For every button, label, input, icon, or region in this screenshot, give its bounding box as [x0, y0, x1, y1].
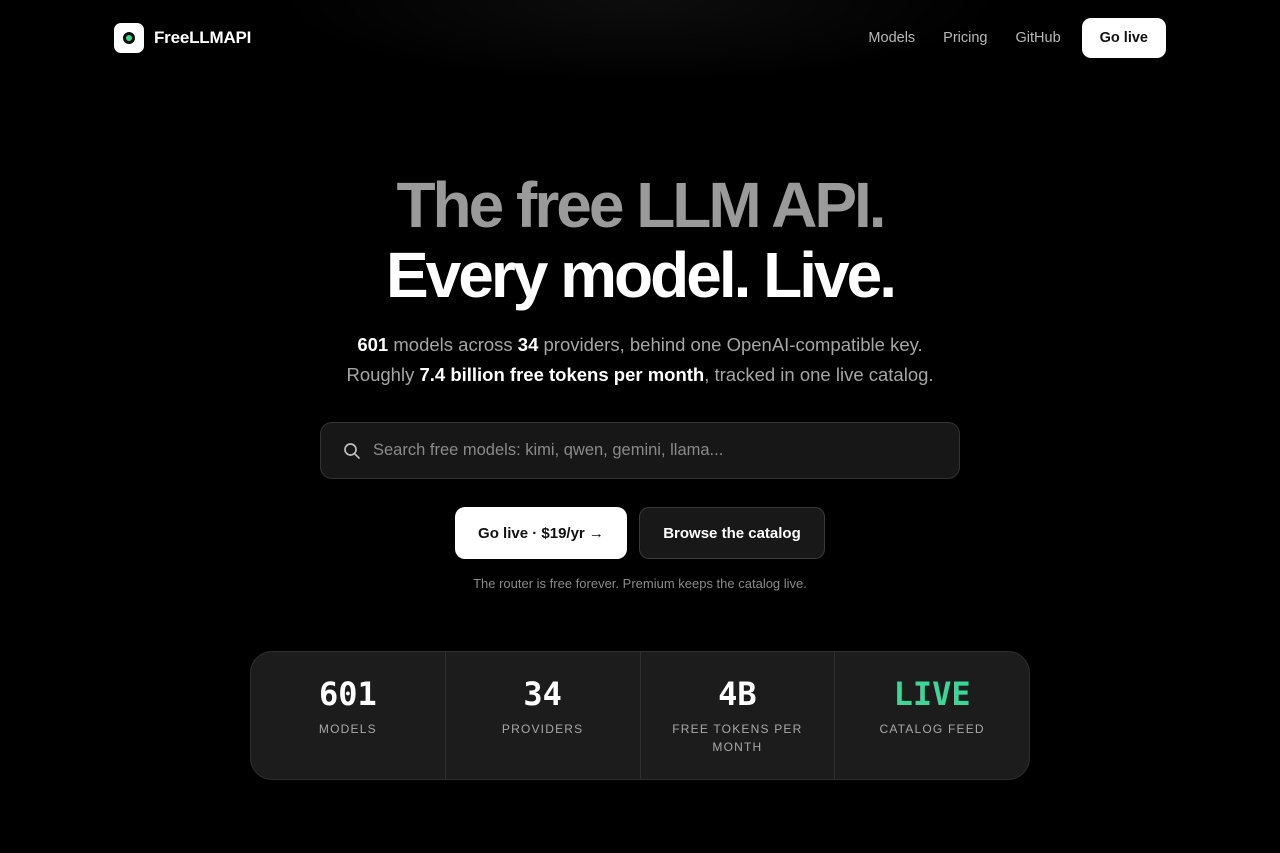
- top-nav: FreeLLMAPI Models Pricing GitHub Go live: [0, 0, 1280, 76]
- hero-title: The free LLM API. Every model. Live.: [0, 170, 1280, 310]
- stat-label: CATALOG FEED: [879, 722, 985, 736]
- subtitle-text: providers, behind one OpenAI-compatible …: [538, 334, 923, 355]
- stat-providers: 34 PROVIDERS: [446, 652, 641, 779]
- stat-value: 4B: [718, 675, 757, 713]
- models-count: 601: [357, 334, 389, 355]
- search-icon: [344, 443, 360, 459]
- stat-label: PROVIDERS: [501, 722, 584, 736]
- pricing-note: The router is free forever. Premium keep…: [473, 576, 807, 591]
- hero-line-2: Every model. Live.: [385, 239, 897, 311]
- stats-panel: 601 MODELS 34 PROVIDERS 4B FREE TOKENS P…: [250, 651, 1030, 780]
- brand[interactable]: FreeLLMAPI: [114, 23, 251, 53]
- hero-subtitle: 601 models across 34 providers, behind o…: [0, 330, 1280, 390]
- subtitle-text: Roughly: [346, 364, 420, 385]
- stat-tokens: 4B FREE TOKENS PER MONTH: [641, 652, 836, 779]
- live-status-value: LIVE: [893, 675, 971, 713]
- stat-value: 34: [523, 675, 562, 713]
- logo-icon: [114, 23, 144, 53]
- nav-links: Models Pricing GitHub Go live: [868, 18, 1166, 58]
- subtitle-line-1: 601 models across 34 providers, behind o…: [0, 330, 1280, 360]
- stat-catalog-feed: LIVE CATALOG FEED: [835, 652, 1029, 779]
- model-search[interactable]: [320, 422, 960, 479]
- subtitle-text: models across: [388, 334, 518, 355]
- hero-line-1: The free LLM API.: [396, 169, 886, 241]
- stat-models: 601 MODELS: [251, 652, 446, 779]
- stat-label: MODELS: [318, 722, 377, 736]
- stat-value: 601: [318, 675, 377, 713]
- nav-link-pricing[interactable]: Pricing: [943, 30, 987, 46]
- go-live-nav-button[interactable]: Go live: [1081, 18, 1166, 58]
- subtitle-line-2: Roughly 7.4 billion free tokens per mont…: [0, 360, 1280, 390]
- go-live-button[interactable]: Go live · $19/yr →: [455, 507, 627, 559]
- providers-count: 34: [517, 334, 539, 355]
- search-input[interactable]: [373, 423, 943, 478]
- brand-name: FreeLLMAPI: [154, 28, 252, 47]
- browse-catalog-button[interactable]: Browse the catalog: [639, 507, 825, 559]
- stat-label: FREE TOKENS PER MONTH: [672, 722, 803, 754]
- nav-link-github[interactable]: GitHub: [1016, 30, 1061, 46]
- subtitle-text: , tracked in one live catalog.: [704, 364, 934, 385]
- nav-link-models[interactable]: Models: [868, 30, 915, 46]
- tokens-highlight: 7.4 billion free tokens per month: [419, 364, 705, 385]
